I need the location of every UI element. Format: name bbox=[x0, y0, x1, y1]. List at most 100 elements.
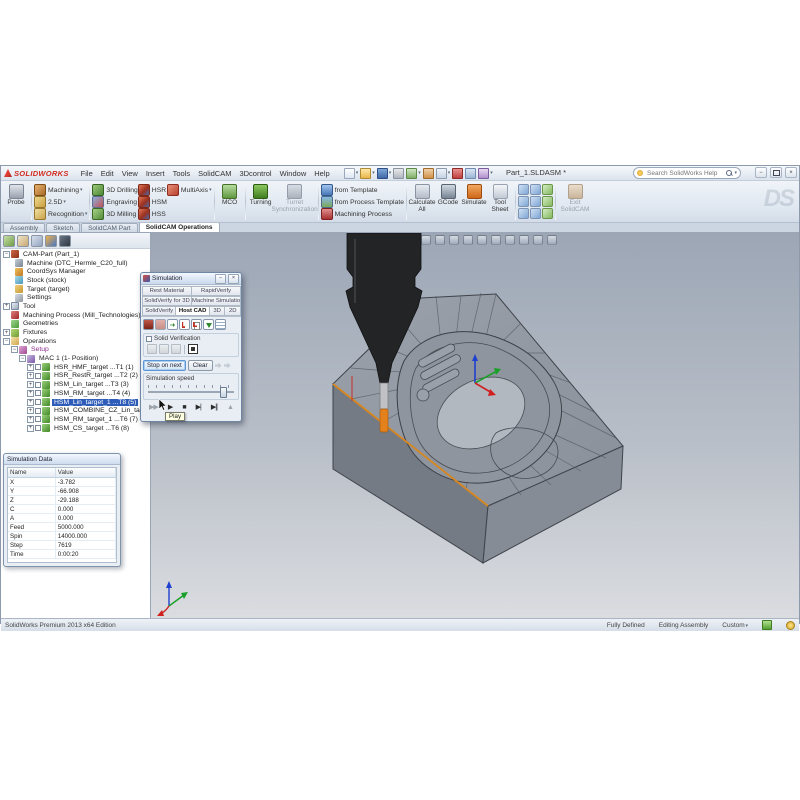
new-file-icon[interactable] bbox=[344, 168, 355, 179]
chevron-down-icon[interactable]: ▾ bbox=[389, 170, 392, 176]
tree-item-geometries[interactable]: Geometries bbox=[1, 320, 150, 329]
simulation-data-title[interactable]: Simulation Data bbox=[4, 454, 120, 465]
cam-tree-icon[interactable] bbox=[3, 235, 15, 247]
snapshot-icon[interactable] bbox=[159, 344, 169, 354]
probe-button[interactable]: Probe bbox=[3, 182, 29, 221]
tree-item-mac1[interactable]: − MAC 1 (1- Position) bbox=[1, 354, 150, 363]
menu-edit[interactable]: Edit bbox=[97, 169, 118, 178]
tools-view-icon[interactable] bbox=[59, 235, 71, 247]
close-button[interactable]: × bbox=[785, 167, 797, 178]
help-bulb-icon[interactable] bbox=[786, 621, 795, 630]
hss-button[interactable]: HSS bbox=[138, 208, 167, 220]
tab-rapidverify[interactable]: RapidVerify bbox=[191, 286, 241, 296]
tab-solidverify-3d[interactable]: SolidVerify for 3D bbox=[142, 296, 192, 306]
tree-operation-item[interactable]: + HSR_RestR_target ...T2 (2) bbox=[1, 372, 150, 381]
collapse-icon[interactable]: − bbox=[11, 346, 18, 353]
tree-operation-item-selected[interactable]: + HSM_Lin_target_1 ...T8 (5) bbox=[1, 398, 150, 407]
simulation-dialog-titlebar[interactable]: Simulation − × bbox=[141, 273, 241, 285]
expand-icon[interactable]: + bbox=[27, 381, 34, 388]
tab-solidcam-operations[interactable]: SolidCAM Operations bbox=[139, 222, 220, 232]
tree-operation-item[interactable]: + HSM_CS_target ...T6 (8) bbox=[1, 424, 150, 433]
machining-process-button[interactable]: Machining Process bbox=[321, 208, 404, 220]
tree-item-tool[interactable]: + Tool bbox=[1, 302, 150, 311]
tree-item-fixtures[interactable]: + Fixtures bbox=[1, 328, 150, 337]
menu-tools[interactable]: Tools bbox=[169, 169, 195, 178]
tab-machine-simulation[interactable]: Machine Simulation bbox=[191, 296, 241, 306]
utility-icon[interactable] bbox=[530, 184, 541, 195]
tree-item-coordsys[interactable]: CoordSys Manager bbox=[1, 267, 150, 276]
select-icon[interactable] bbox=[436, 168, 447, 179]
options-icon[interactable] bbox=[478, 168, 489, 179]
menu-3dcontrol[interactable]: 3Dcontrol bbox=[235, 169, 275, 178]
mco-button[interactable]: MCO bbox=[217, 182, 243, 221]
open-file-icon[interactable] bbox=[360, 168, 371, 179]
engraving-button[interactable]: Engraving bbox=[92, 196, 137, 208]
from-process-template-button[interactable]: from Process Template bbox=[321, 196, 404, 208]
menu-window[interactable]: Window bbox=[276, 169, 311, 178]
tab-2d[interactable]: 2D bbox=[224, 306, 241, 316]
tree-item-setup[interactable]: − Setup bbox=[1, 346, 150, 355]
machining-button[interactable]: Machining ▾ bbox=[34, 184, 87, 196]
3d-drilling-button[interactable]: 3D Drilling bbox=[92, 184, 137, 196]
operation-checkbox[interactable] bbox=[35, 373, 41, 379]
step-forward-button[interactable]: ▶| bbox=[196, 404, 201, 411]
chevron-down-icon[interactable]: ▾ bbox=[490, 170, 493, 176]
utility-icon[interactable] bbox=[542, 184, 553, 195]
show-tool-icon[interactable] bbox=[143, 319, 154, 330]
simulation-data-table-icon[interactable] bbox=[215, 319, 226, 330]
expand-icon[interactable]: + bbox=[27, 425, 34, 432]
tree-item-machining-process[interactable]: Machining Process (Mill_Technologies) bbox=[1, 311, 150, 320]
operations-filter-icon[interactable] bbox=[31, 235, 43, 247]
collapse-icon[interactable]: − bbox=[3, 338, 10, 345]
2-5d-button[interactable]: 2.5D ▾ bbox=[34, 196, 87, 208]
menu-insert[interactable]: Insert bbox=[142, 169, 169, 178]
fit-view-icon[interactable] bbox=[188, 344, 198, 354]
utility-icon[interactable] bbox=[542, 208, 553, 219]
minimize-button[interactable]: − bbox=[755, 167, 767, 178]
operation-checkbox[interactable] bbox=[35, 382, 41, 388]
tree-item-stock[interactable]: Stock (stock) bbox=[1, 276, 150, 285]
chevron-down-icon[interactable]: ▾ bbox=[418, 170, 421, 176]
utility-icon[interactable] bbox=[518, 184, 529, 195]
target-transparency-icon[interactable] bbox=[191, 319, 202, 330]
maximize-button[interactable] bbox=[770, 167, 782, 178]
tree-item-target[interactable]: Target (target) bbox=[1, 285, 150, 294]
hsm-button[interactable]: HSM bbox=[138, 196, 167, 208]
search-box[interactable]: ▾ bbox=[633, 167, 741, 179]
speed-slider-thumb[interactable] bbox=[220, 387, 227, 398]
tab-solidcam-part[interactable]: SolidCAM Part bbox=[81, 223, 138, 232]
fast-forward-button[interactable]: ▶▶ bbox=[149, 404, 158, 411]
menu-solidcam[interactable]: SolidCAM bbox=[194, 169, 235, 178]
redo-icon[interactable] bbox=[423, 168, 434, 179]
expand-icon[interactable]: + bbox=[27, 416, 34, 423]
simulate-button[interactable]: Simulate bbox=[461, 182, 487, 221]
tree-item-settings[interactable]: Settings bbox=[1, 293, 150, 302]
menu-help[interactable]: Help bbox=[310, 169, 333, 178]
turret-sync-button[interactable]: Turret Synchronization bbox=[274, 182, 316, 221]
expand-icon[interactable]: + bbox=[27, 364, 34, 371]
tree-operation-item[interactable]: + HSM_COMBINE_CZ_Lin_target ...T5 (6) bbox=[1, 406, 150, 415]
operation-checkbox[interactable] bbox=[35, 416, 41, 422]
tab-sketch[interactable]: Sketch bbox=[46, 223, 80, 232]
operation-checkbox[interactable] bbox=[35, 408, 41, 414]
speed-slider[interactable] bbox=[148, 384, 234, 396]
tree-operation-item[interactable]: + HSR_HMF_target ...T1 (1) bbox=[1, 363, 150, 372]
tool-sheet-button[interactable]: Tool Sheet bbox=[487, 182, 513, 221]
show-target-icon[interactable] bbox=[179, 319, 190, 330]
tab-solidverify[interactable]: SolidVerify bbox=[142, 306, 176, 316]
solid-verification-checkbox[interactable] bbox=[146, 336, 152, 342]
utility-icon[interactable] bbox=[542, 196, 553, 207]
stop-button[interactable]: ■ bbox=[182, 404, 185, 411]
clear-button[interactable]: Clear bbox=[188, 360, 213, 371]
file-properties-icon[interactable] bbox=[465, 168, 476, 179]
reset-tree-icon[interactable] bbox=[17, 235, 29, 247]
undo-path-icon[interactable] bbox=[224, 362, 231, 369]
graphics-viewport[interactable] bbox=[151, 233, 799, 618]
operation-checkbox[interactable] bbox=[35, 425, 41, 431]
menu-file[interactable]: File bbox=[77, 169, 97, 178]
chevron-down-icon[interactable]: ▾ bbox=[448, 170, 451, 176]
turning-button[interactable]: Turning bbox=[248, 182, 274, 221]
expand-icon[interactable]: + bbox=[3, 303, 10, 310]
expand-icon[interactable]: + bbox=[27, 407, 34, 414]
undo-icon[interactable] bbox=[406, 168, 417, 179]
